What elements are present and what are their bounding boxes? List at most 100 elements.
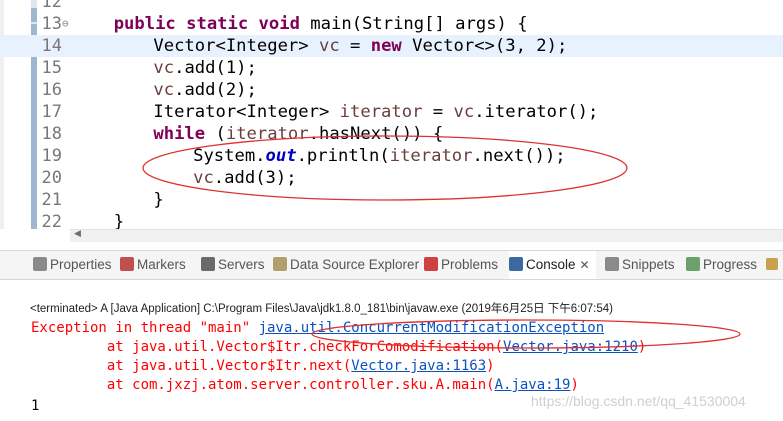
- tab-label: Properties: [50, 257, 112, 272]
- line-number: 21: [41, 190, 62, 210]
- problems-icon: [424, 257, 438, 271]
- code-text: System.out.println(iterator.next());: [193, 145, 566, 167]
- console-status-header: <terminated> A [Java Application] C:\Pro…: [30, 303, 613, 315]
- code-token: .add(2);: [174, 80, 257, 100]
- code-token: .add(3);: [213, 168, 297, 188]
- code-token: iterator: [225, 124, 309, 144]
- trace-suffix: ): [570, 377, 579, 393]
- code-token: vc: [453, 102, 475, 122]
- code-token: new: [370, 36, 402, 56]
- code-token: vc: [153, 80, 175, 100]
- code-token: Vector<Integer>: [153, 36, 319, 56]
- exception-prefix: Exception in thread "main": [31, 320, 259, 336]
- line-number: 12: [41, 0, 62, 12]
- code-text: Vector<Integer> vc = new Vector<>(3, 2);: [153, 35, 567, 57]
- pin-icon[interactable]: [766, 258, 778, 270]
- code-line[interactable]: 18 while (iterator.hasNext()) {: [0, 123, 783, 145]
- trace-method: at com.jxzj.atom.server.controller.sku.A…: [31, 377, 495, 393]
- scroll-left-arrow-icon[interactable]: ◀: [74, 229, 81, 239]
- tab-problems[interactable]: Problems: [424, 251, 498, 279]
- line-number: 22: [41, 212, 62, 229]
- code-text: }: [153, 189, 163, 211]
- code-token: .add(1);: [174, 58, 257, 78]
- code-text: vc.add(3);: [193, 167, 297, 189]
- fold-toggle-icon[interactable]: ⊖: [62, 17, 69, 31]
- code-line[interactable]: 14 Vector<Integer> vc = new Vector<>(3, 2…: [0, 35, 783, 57]
- tab-label: Data Source Explorer: [290, 257, 420, 272]
- code-token: .hasNext()) {: [308, 124, 444, 144]
- code-token: iterator: [389, 146, 473, 166]
- code-line[interactable]: 19 System.out.println(iterator.next());: [0, 145, 783, 167]
- code-token: }: [113, 212, 125, 229]
- tab-console[interactable]: Console ✕: [509, 251, 596, 279]
- line-number: 14: [41, 36, 62, 56]
- code-token: vc: [318, 36, 340, 56]
- tab-label: Console: [526, 257, 576, 272]
- code-text: vc.add(2);: [153, 79, 257, 101]
- code-line[interactable]: 15 vc.add(1);: [0, 57, 783, 79]
- close-tab-icon[interactable]: ✕: [580, 258, 590, 272]
- source-link[interactable]: Vector.java:1163: [351, 358, 486, 374]
- code-text: vc.add(1);: [153, 57, 257, 79]
- code-token: vc: [153, 58, 175, 78]
- code-text: public static void main(String[] args) {: [114, 13, 528, 35]
- tab-snippets[interactable]: Snippets: [605, 251, 675, 279]
- code-line[interactable]: 13 ⊖ public static void main(String[] args…: [0, 13, 783, 35]
- code-token: .next());: [472, 146, 566, 166]
- line-number: 18: [41, 124, 62, 144]
- line-number: 15: [41, 58, 62, 78]
- code-token: out: [265, 146, 297, 166]
- code-editor[interactable]: 12 13 ⊖ public static void main(String[] ar…: [0, 0, 783, 229]
- tab-label: Problems: [441, 257, 499, 272]
- code-token: .println(: [296, 146, 390, 166]
- bottom-panel-tabs: Properties Markers Servers Data Source Expl…: [0, 250, 783, 280]
- exception-class-link[interactable]: java.util.ConcurrentModificationExceptio…: [259, 320, 605, 336]
- code-text: }: [114, 211, 124, 229]
- tab-label: Snippets: [622, 257, 675, 272]
- code-line[interactable]: 21}: [0, 189, 783, 211]
- source-link[interactable]: A.java:19: [495, 377, 571, 393]
- editor-horizontal-scrollbar[interactable]: ◀: [70, 229, 783, 242]
- code-token: public static void: [113, 14, 300, 34]
- line-number: 19: [41, 146, 62, 166]
- tab-label: Markers: [137, 257, 186, 272]
- servers-icon: [201, 257, 215, 271]
- code-token: (: [205, 124, 226, 144]
- code-token: iterator: [339, 102, 423, 122]
- tab-progress[interactable]: Progress: [686, 251, 757, 279]
- stack-trace-line: at java.util.Vector$Itr.checkForComodifi…: [31, 338, 646, 357]
- code-line[interactable]: 20 vc.add(3);: [0, 167, 783, 189]
- code-token: while: [153, 124, 206, 144]
- code-token: =: [422, 102, 454, 122]
- code-token: .iterator();: [474, 102, 599, 122]
- trace-method: at java.util.Vector$Itr.next(: [31, 358, 352, 374]
- code-line[interactable]: 17 Iterator<Integer> iterator = vc.iterat…: [0, 101, 783, 123]
- code-line[interactable]: 12: [0, 0, 783, 13]
- snippets-icon: [605, 257, 619, 271]
- stack-trace-line: at java.util.Vector$Itr.next(Vector.java…: [31, 357, 495, 376]
- line-number: 13: [41, 14, 62, 34]
- tab-markers[interactable]: Markers: [120, 251, 186, 279]
- code-token: Iterator<Integer>: [153, 102, 340, 122]
- code-token: main(String[] args) {: [299, 14, 528, 34]
- console-output: 1: [31, 398, 40, 414]
- code-text: Iterator<Integer> iterator = vc.iterator…: [153, 101, 598, 123]
- code-token: Vector<>(3, 2);: [401, 36, 568, 56]
- console-icon: [509, 257, 523, 271]
- tab-properties[interactable]: Properties: [33, 251, 112, 279]
- trace-suffix: ): [637, 339, 647, 355]
- code-line[interactable]: 22}: [0, 211, 783, 229]
- tab-label: Servers: [218, 257, 265, 272]
- code-token: =: [339, 36, 371, 56]
- data-source-icon: [273, 257, 287, 271]
- code-text: while (iterator.hasNext()) {: [153, 123, 443, 145]
- console-output-line: 1: [31, 397, 39, 416]
- watermark: https://blog.csdn.net/qq_41530004: [531, 393, 746, 409]
- code-token: System.: [193, 146, 266, 166]
- code-line[interactable]: 16 vc.add(2);: [0, 79, 783, 101]
- trace-suffix: ): [486, 358, 495, 374]
- source-link[interactable]: Vector.java:1210: [503, 339, 638, 355]
- tab-data-source-explorer[interactable]: Data Source Explorer: [273, 251, 419, 279]
- tab-servers[interactable]: Servers: [201, 251, 265, 279]
- code-token: vc: [193, 168, 214, 188]
